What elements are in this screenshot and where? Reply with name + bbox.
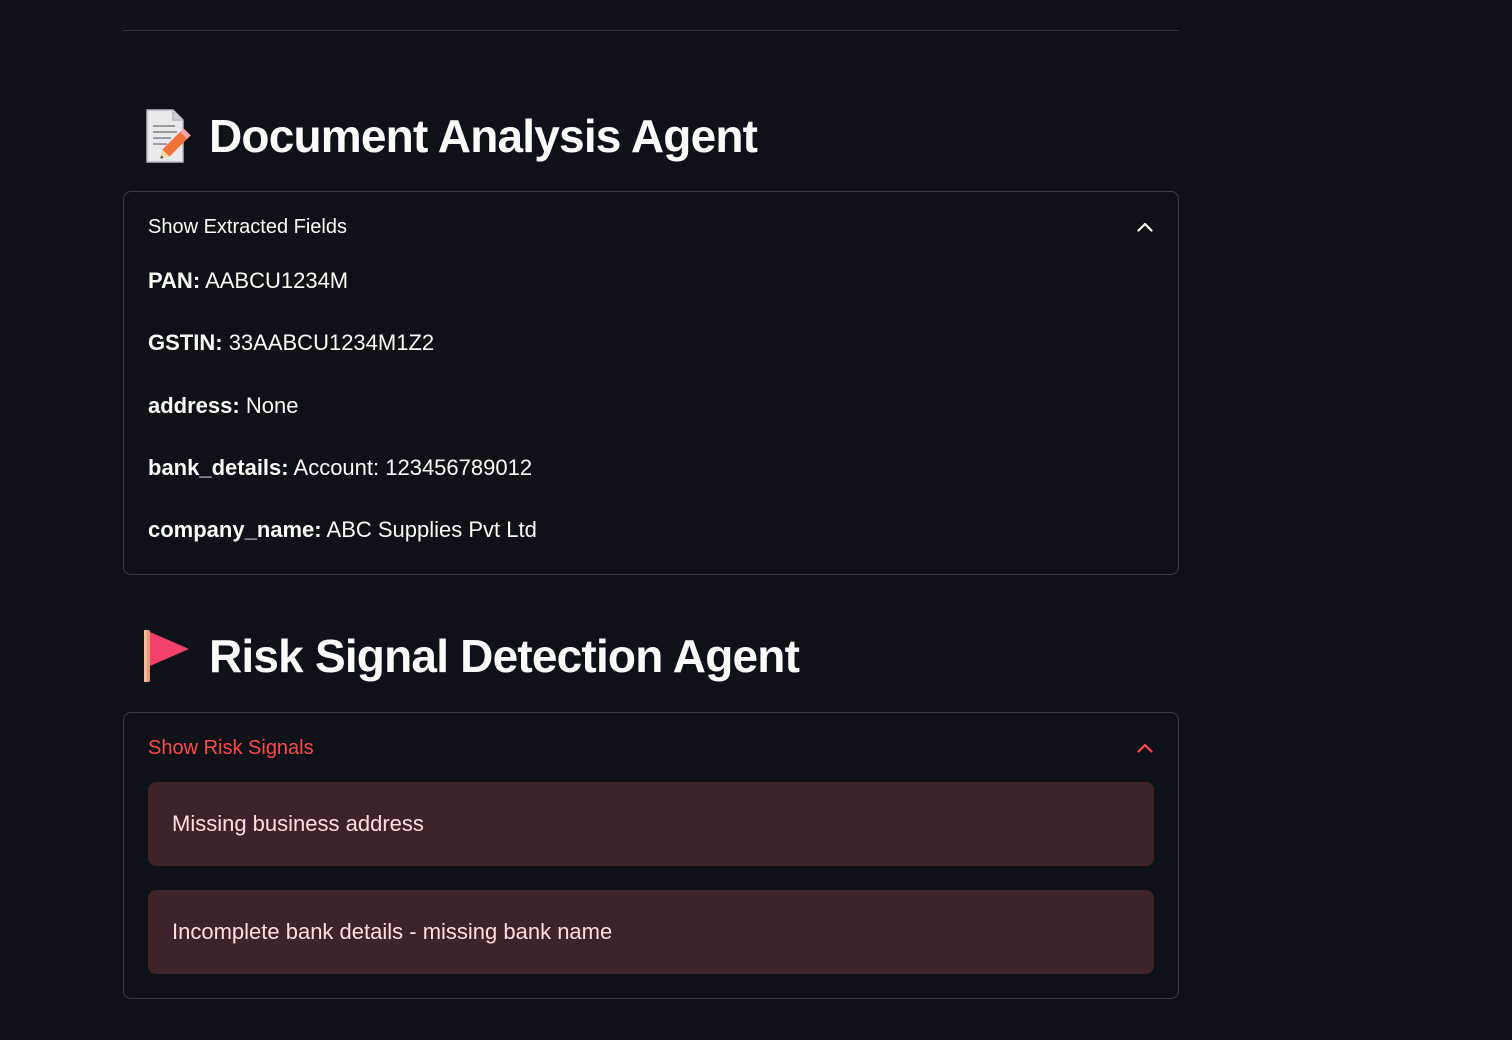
field-gstin: GSTIN: 33AABCU1234M1Z2	[148, 330, 434, 356]
alert-text: Missing business address	[172, 811, 424, 836]
field-key: PAN:	[148, 268, 201, 293]
field-key: company_name:	[148, 517, 322, 542]
field-value: None	[245, 393, 299, 418]
expander-label: Show Extracted Fields	[148, 215, 347, 238]
field-pan: PAN: AABCU1234M	[148, 268, 348, 294]
expander-label: Show Risk Signals	[148, 736, 314, 759]
risk-signal-heading: Risk Signal Detection Agent	[123, 624, 800, 688]
section-title: Risk Signal Detection Agent	[209, 630, 800, 682]
field-value: 33AABCU1234M1Z2	[228, 330, 435, 355]
chevron-up-icon[interactable]	[1136, 739, 1154, 757]
field-key: bank_details:	[148, 455, 289, 480]
divider	[123, 30, 1179, 31]
chevron-up-icon[interactable]	[1136, 218, 1154, 236]
memo-icon	[135, 106, 197, 166]
field-value: AABCU1234M	[205, 268, 349, 293]
field-value: Account: 123456789012	[293, 455, 533, 480]
risk-signals-toggle[interactable]: Show Risk Signals	[148, 733, 1154, 763]
extracted-fields-expander: Show Extracted Fields PAN: AABCU1234M GS…	[123, 191, 1179, 575]
error-alert: Incomplete bank details - missing bank n…	[148, 890, 1154, 974]
page-title: Document Analysis Agent	[209, 110, 758, 162]
field-value: ABC Supplies Pvt Ltd	[326, 517, 537, 542]
field-address: address: None	[148, 393, 298, 419]
error-alert: Missing business address	[148, 782, 1154, 866]
field-company-name: company_name: ABC Supplies Pvt Ltd	[148, 517, 537, 543]
field-key: address:	[148, 393, 240, 418]
field-bank-details: bank_details: Account: 123456789012	[148, 455, 532, 481]
risk-signals-expander: Show Risk Signals Missing business addre…	[123, 712, 1179, 999]
field-key: GSTIN:	[148, 330, 223, 355]
alert-text: Incomplete bank details - missing bank n…	[172, 919, 613, 944]
document-analysis-heading: Document Analysis Agent	[123, 104, 758, 168]
red-flag-icon	[135, 626, 197, 686]
extracted-fields-toggle[interactable]: Show Extracted Fields	[148, 212, 1154, 242]
